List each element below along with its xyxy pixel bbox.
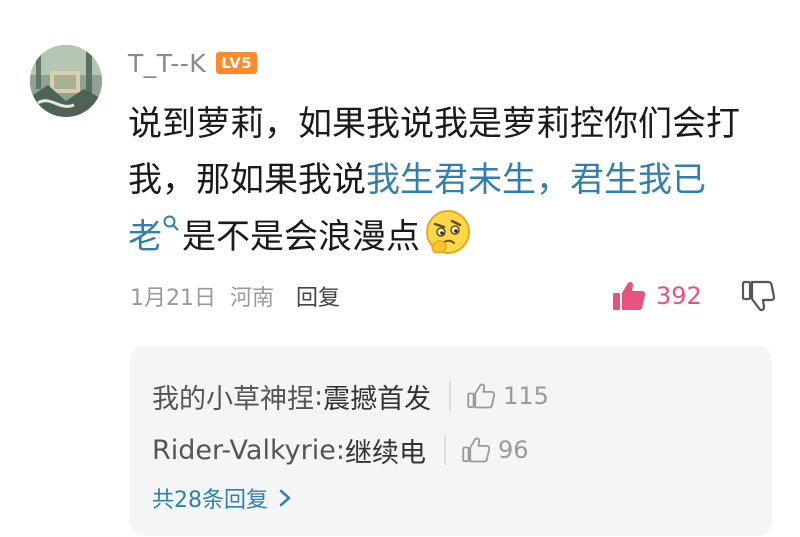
like-count: 392 (656, 282, 702, 310)
comment-date: 1月21日 (130, 286, 216, 311)
content-line-2: 我，那如果我说我生君未生，君生我已 (128, 152, 768, 208)
reply-like-count: 96 (497, 436, 529, 464)
thumbs-down-icon[interactable] (740, 278, 776, 314)
comment-card: T_T--K LV5 说到萝莉，如果我说我是萝莉控你们会打 我，那如果我说我生君… (0, 0, 800, 537)
reply-author[interactable]: Rider-Valkyrie (152, 435, 336, 466)
avatar[interactable] (30, 45, 102, 117)
reply-like-button[interactable]: 96 (443, 435, 529, 465)
thinking-emoji-icon (426, 210, 470, 254)
search-link[interactable]: 我生君未生，君生我已 (366, 160, 706, 200)
content-text: 我，那如果我说 (128, 160, 366, 200)
reply-text: 继续电 (344, 437, 426, 469)
reply-item[interactable]: 我的小草神捏: 震撼首发 115 (152, 376, 549, 416)
replies-panel: 我的小草神捏: 震撼首发 115 Rider-Valkyrie: 继续电 96 … (130, 346, 772, 536)
reply-separator: : (335, 434, 345, 466)
reply-separator: : (314, 380, 324, 412)
reply-like-count: 115 (503, 382, 549, 410)
thumbs-up-filled-icon (613, 281, 646, 310)
search-icon[interactable] (162, 214, 180, 232)
comment-content: 说到萝莉，如果我说我是萝莉控你们会打 我，那如果我说我生君未生，君生我已 老是不… (128, 96, 768, 265)
reply-like-button[interactable]: 115 (449, 381, 549, 411)
comment-location: 河南 (230, 286, 275, 311)
reply-author[interactable]: 我的小草神捏 (152, 377, 314, 416)
thumbs-up-icon (467, 383, 496, 409)
content-line-3: 老是不是会浪漫点 (128, 208, 768, 265)
avatar-image (30, 45, 102, 117)
username[interactable]: T_T--K (128, 49, 206, 78)
reply-text: 震撼首发 (323, 383, 432, 415)
search-link-end[interactable]: 老 (128, 217, 162, 257)
content-line-1: 说到萝莉，如果我说我是萝莉控你们会打 (128, 104, 740, 144)
more-replies-label: 共28条回复 (152, 488, 268, 513)
level-badge: LV5 (216, 52, 258, 74)
like-button[interactable]: 392 (612, 276, 702, 316)
chevron-right-icon (279, 489, 291, 507)
username-row: T_T--K LV5 (128, 46, 258, 80)
reply-button[interactable]: 回复 (296, 280, 340, 312)
view-more-replies-link[interactable]: 共28条回复 (152, 480, 292, 516)
thumbs-up-icon (462, 437, 490, 463)
content-text-end: 是不是会浪漫点 (182, 217, 420, 257)
reply-item[interactable]: Rider-Valkyrie: 继续电 96 (152, 430, 529, 470)
